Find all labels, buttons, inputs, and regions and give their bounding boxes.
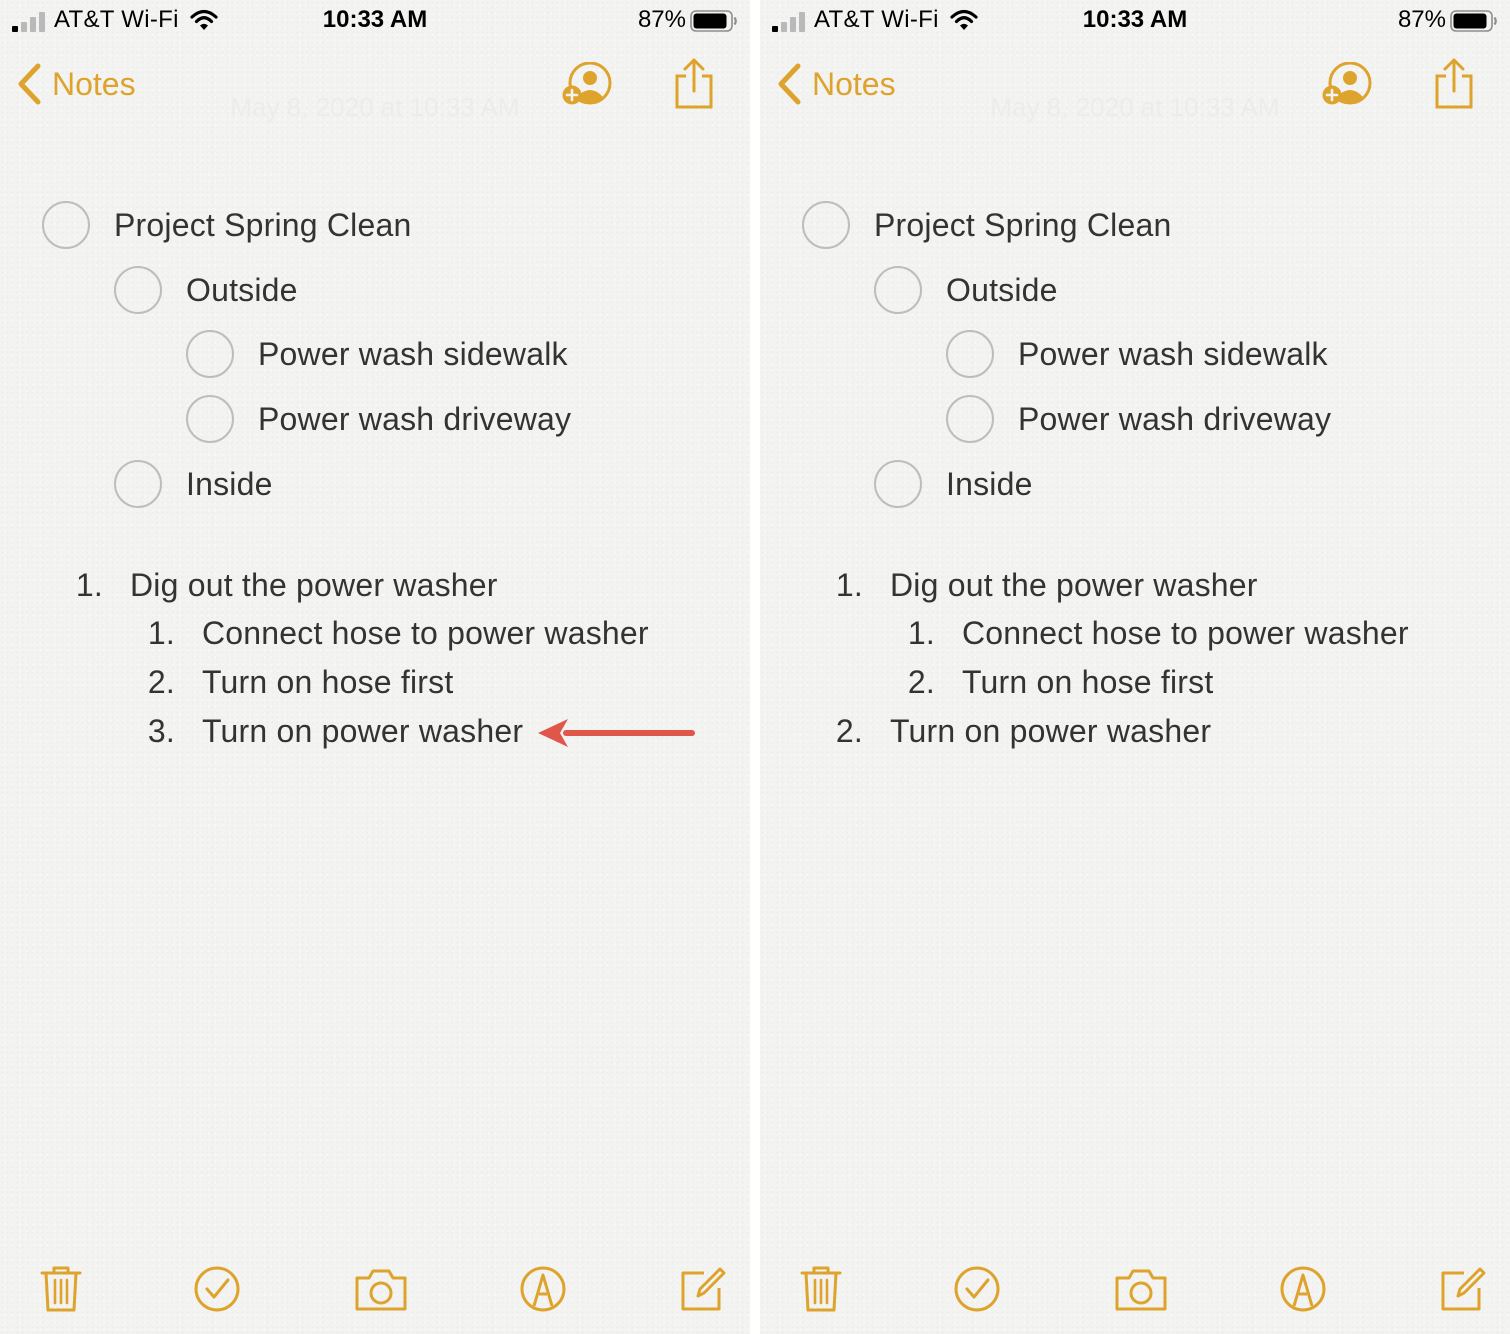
checkbox[interactable] [946,395,994,443]
list-number: 1. [907,614,935,651]
list-number: 2. [907,663,935,700]
screen-after: AT&T Wi-Fi 10:33 AM 87% Notes May 8, 202… [760,0,1510,1334]
note-date: May 8, 2020 at 10:33 AM [230,92,520,122]
list-item-text: Turn on hose first [962,663,1214,700]
battery-icon [690,10,737,32]
list-number: 2. [147,663,175,700]
list-item-text: Turn on power washer [890,712,1212,749]
status-bar: AT&T Wi-Fi 10:33 AM 87% [760,0,1510,42]
checklist-item[interactable]: Inside [874,454,1033,514]
list-item-text: Turn on power washer [202,712,524,749]
compose-icon[interactable] [678,1264,728,1314]
checklist-item-text: Power wash driveway [258,400,572,437]
checklist-item[interactable]: Power wash driveway [946,389,1331,449]
annotation-arrow-icon [538,719,695,747]
list-item-text: Dig out the power washer [890,566,1258,603]
checklist-item-text: Outside [946,271,1058,308]
numbered-item[interactable]: 1. Connect hose to power washer [128,609,649,657]
checklist-item-text: Inside [186,465,273,502]
markup-icon[interactable] [1278,1264,1328,1314]
checkbox[interactable] [946,330,994,378]
checkbox[interactable] [874,266,922,314]
checklist-item[interactable]: Outside [114,260,298,320]
numbered-item[interactable]: 1. Dig out the power washer [56,561,498,609]
trash-icon[interactable] [36,1264,86,1314]
checklist-item[interactable]: Project Spring Clean [42,195,411,255]
numbered-item[interactable]: 3. Turn on power washer [128,707,523,755]
checklist-item-text: Project Spring Clean [874,206,1172,243]
screen-before: AT&T Wi-Fi 10:33 AM 87% Notes May 8, 202… [0,0,750,1334]
numbered-item[interactable]: 2. Turn on hose first [888,658,1213,706]
checklist-item[interactable]: Inside [114,454,273,514]
checkbox[interactable] [114,460,162,508]
battery-percent: 87% [1397,6,1446,33]
checklist-icon[interactable] [192,1264,242,1314]
list-number: 1. [75,566,103,603]
battery-icon [1450,10,1497,32]
checklist-item-text: Inside [946,465,1033,502]
checklist-item-text: Power wash sidewalk [258,335,568,372]
numbered-item[interactable]: 1. Connect hose to power washer [888,609,1409,657]
numbered-item[interactable]: 2. Turn on power washer [816,707,1211,755]
list-item-text: Dig out the power washer [130,566,498,603]
checkbox[interactable] [186,330,234,378]
add-person-icon[interactable] [560,62,618,108]
list-number: 3. [147,712,175,749]
battery-percent: 87% [637,6,686,33]
checklist-item[interactable]: Project Spring Clean [802,195,1171,255]
checklist-item[interactable]: Outside [874,260,1058,320]
camera-icon[interactable] [1114,1264,1168,1314]
checklist-item-text: Power wash driveway [1018,400,1332,437]
share-icon[interactable] [672,56,716,110]
status-bar: AT&T Wi-Fi 10:33 AM 87% [0,0,750,42]
list-item-text: Connect hose to power washer [202,614,649,651]
list-number: 2. [835,712,863,749]
markup-icon[interactable] [518,1264,568,1314]
checklist-item[interactable]: Power wash sidewalk [186,324,568,384]
checklist-item[interactable]: Power wash sidewalk [946,324,1328,384]
note-date: May 8, 2020 at 10:33 AM [990,92,1280,122]
checkbox[interactable] [42,201,90,249]
list-number: 1. [147,614,175,651]
checklist-item-text: Project Spring Clean [114,206,412,243]
checkbox[interactable] [114,266,162,314]
camera-icon[interactable] [354,1264,408,1314]
add-person-icon[interactable] [1320,62,1378,108]
checkbox[interactable] [186,395,234,443]
numbered-item[interactable]: 2. Turn on hose first [128,658,453,706]
trash-icon[interactable] [796,1264,846,1314]
numbered-item[interactable]: 1. Dig out the power washer [816,561,1258,609]
checklist-icon[interactable] [952,1264,1002,1314]
checkbox[interactable] [802,201,850,249]
list-number: 1. [835,566,863,603]
checklist-item-text: Outside [186,271,298,308]
checklist-item[interactable]: Power wash driveway [186,389,571,449]
list-item-text: Turn on hose first [202,663,454,700]
share-icon[interactable] [1432,56,1476,110]
checklist-item-text: Power wash sidewalk [1018,335,1328,372]
checkbox[interactable] [874,460,922,508]
list-item-text: Connect hose to power washer [962,614,1409,651]
compose-icon[interactable] [1438,1264,1488,1314]
